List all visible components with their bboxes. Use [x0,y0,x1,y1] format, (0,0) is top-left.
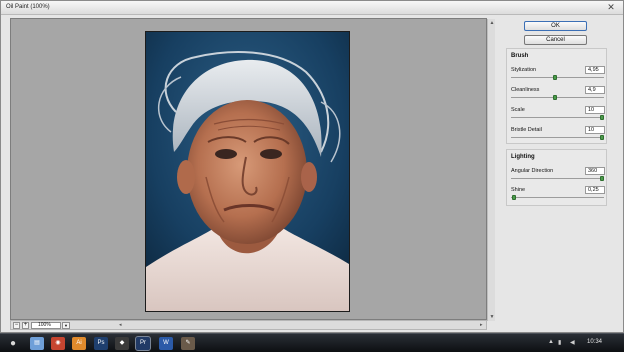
angular-direction-slider[interactable] [511,178,604,179]
scroll-up-icon[interactable]: ▲ [488,19,496,27]
photoshop-icon[interactable]: Ps [94,337,108,350]
inkscape-icon[interactable]: ◆ [115,337,129,350]
brush-panel: Brush Stylization 4,95 Cleanliness 4,9 S… [506,48,607,144]
window-title: Oil Paint (100%) [6,4,50,10]
zoom-out-button[interactable]: − [13,322,20,329]
scale-slider-thumb[interactable] [600,115,604,120]
shine-input[interactable]: 0,25 [585,186,605,194]
scroll-left-icon[interactable]: ◂ [119,322,122,328]
bristle-detail-slider-thumb[interactable] [600,135,604,140]
zoom-in-button[interactable]: + [22,322,29,329]
scale-label: Scale [511,107,525,113]
clock[interactable]: 10:34 [587,339,602,345]
stylization-label: Stylization [511,67,537,73]
word-icon[interactable]: W [159,337,173,350]
bristle-detail-label: Bristle Detail [511,127,542,133]
cancel-button[interactable]: Cancel [524,35,587,45]
shine-slider[interactable] [511,197,604,198]
tray-expand-icon[interactable]: ▲ [548,339,554,345]
apple-start-icon[interactable]: ● [6,337,20,350]
vertical-scrollbar[interactable]: ▲ ▼ [487,19,495,321]
preview-bottom-bar: − + 100% ▼ ◂ ▸ [10,320,487,330]
illustrator-icon[interactable]: Ai [72,337,86,350]
lighting-section-title: Lighting [511,154,535,160]
premiere-icon[interactable]: Pr [135,336,151,351]
preview-area[interactable]: ▲ ▼ [10,18,495,321]
gimp-icon[interactable]: ✎ [181,337,195,350]
scroll-right-icon[interactable]: ▸ [480,322,483,328]
preview-image [145,31,350,312]
brush-section-title: Brush [511,53,529,59]
title-bar[interactable]: Oil Paint (100%) ✕ [1,1,623,15]
zoom-level-field[interactable]: 100% [31,322,61,329]
lighting-panel: Lighting Angular Direction 360 Shine 0,2… [506,149,607,206]
cleanliness-input[interactable]: 4,9 [585,86,605,94]
scale-input[interactable]: 10 [585,106,605,114]
taskbar: ● ▤ ◉ Ai Ps ◆ Pr W ✎ ▲ ▮ ◀ 10:34 [0,333,624,352]
stylization-slider[interactable] [511,77,604,78]
oil-paint-dialog: Oil Paint (100%) ✕ ▲ ▼ − + 100% ▼ ◂ ▸ OK… [0,0,624,333]
stylization-slider-thumb[interactable] [553,75,557,80]
cleanliness-label: Cleanliness [511,87,540,93]
shine-label: Shine [511,187,526,193]
scale-slider[interactable] [511,117,604,118]
finder-icon[interactable]: ▤ [30,337,44,350]
shine-slider-thumb[interactable] [512,195,516,200]
cleanliness-slider-thumb[interactable] [553,95,557,100]
chrome-icon[interactable]: ◉ [51,337,65,350]
bristle-detail-slider[interactable] [511,137,604,138]
stylization-input[interactable]: 4,95 [585,66,605,74]
cleanliness-slider[interactable] [511,97,604,98]
angular-direction-label: Angular Direction [511,168,554,174]
network-icon[interactable]: ▮ [558,339,561,346]
angular-direction-slider-thumb[interactable] [600,176,604,181]
angular-direction-input[interactable]: 360 [585,167,605,175]
scroll-down-icon[interactable]: ▼ [488,313,496,321]
close-icon[interactable]: ✕ [605,2,617,13]
zoom-dropdown-icon[interactable]: ▼ [62,322,70,329]
volume-icon[interactable]: ◀ [570,339,575,346]
ok-button[interactable]: OK [524,21,587,31]
bristle-detail-input[interactable]: 10 [585,126,605,134]
